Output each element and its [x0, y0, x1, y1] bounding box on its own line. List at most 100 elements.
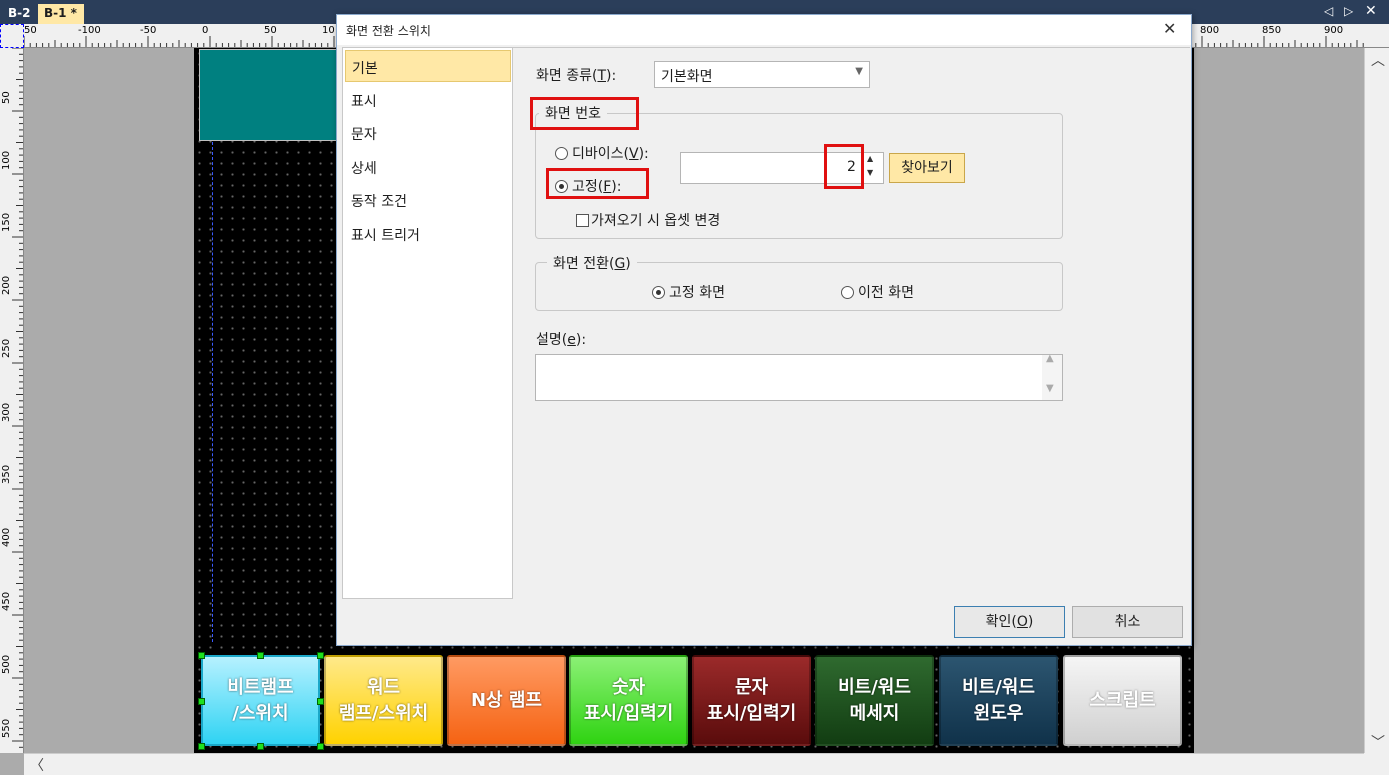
radio-circle-selected [652, 286, 665, 299]
palette-n-state-lamp[interactable]: N상 램프 [447, 655, 566, 746]
palette-label-line2: 윈도우 [973, 702, 1024, 724]
palette-label-line2: 램프/스위치 [338, 702, 429, 724]
ruler-label: 300 [1, 402, 12, 422]
ruler-label: 350 [1, 464, 12, 484]
ruler-label: 800 [1200, 25, 1220, 36]
nav-item-text[interactable]: 문자 [345, 117, 511, 149]
selection-handle[interactable] [317, 652, 324, 659]
close-icon[interactable]: ✕ [1163, 19, 1176, 38]
chevron-right-icon[interactable]: ▷ [1344, 4, 1353, 18]
scroll-down-icon[interactable]: ﹀ [1371, 732, 1385, 752]
selection-handle[interactable] [198, 698, 205, 705]
screen-switch-group-label: 화면 전환(G) [547, 253, 637, 273]
offset-change-checkbox[interactable]: 가져오기 시 옵셋 변경 [576, 210, 720, 230]
guide-line [212, 142, 213, 642]
palette-bit-lamp-switch[interactable]: 비트램프 /스위치 [201, 655, 320, 746]
selection-handle[interactable] [317, 698, 324, 705]
nav-item-detail[interactable]: 상세 [345, 151, 511, 183]
ruler-label: 150 [1, 212, 12, 232]
fixed-screen-radio[interactable]: 고정 화면 [652, 282, 725, 302]
palette-label-line2: 메세지 [849, 702, 900, 724]
settings-nav: 기본 표시 문자 상세 동작 조건 표시 트리거 [342, 47, 513, 599]
ruler-label: 450 [1, 591, 12, 611]
palette-label-line1: 비트/워드 [838, 676, 911, 698]
horizontal-scrollbar[interactable]: 〈 [24, 753, 1364, 775]
screen-number-stepper[interactable]: 2 ▲ ▼ [826, 152, 884, 184]
palette-label-line1: 비트램프 [227, 676, 294, 698]
scrollbar-corner [1364, 753, 1389, 775]
palette-bit-word-message[interactable]: 비트/워드 메세지 [815, 655, 934, 746]
palette-label-line1: 비트/워드 [962, 676, 1035, 698]
ruler-label: 500 [1, 654, 12, 674]
device-radio[interactable]: 디바이스(V): [555, 143, 649, 163]
ruler-label: 200 [1, 275, 12, 295]
ruler-label: -50 [140, 25, 157, 36]
nav-item-operation-condition[interactable]: 동작 조건 [345, 184, 511, 216]
dialog-title: 화면 전환 스위치 [346, 24, 431, 38]
palette-word-lamp-switch[interactable]: 워드 램프/스위치 [324, 655, 443, 746]
palette-label-line1: 문자 [734, 676, 769, 698]
radio-circle-selected [555, 180, 568, 193]
previous-screen-radio[interactable]: 이전 화면 [841, 282, 914, 302]
ruler-label: 50 [24, 25, 37, 36]
scroll-left-icon[interactable]: 〈 [30, 755, 44, 775]
palette-label-line1: 숫자 [611, 676, 646, 698]
nav-item-display-trigger[interactable]: 표시 트리거 [345, 218, 511, 250]
scroll-up-icon[interactable]: ︿ [1371, 50, 1385, 70]
ruler-label: 400 [1, 527, 12, 547]
selection-handle[interactable] [198, 652, 205, 659]
nav-item-display[interactable]: 표시 [345, 84, 511, 116]
browse-button[interactable]: 찾아보기 [889, 153, 965, 183]
ruler-label: 550 [1, 718, 12, 738]
screen-switch-dialog: 화면 전환 스위치 ✕ 기본 표시 문자 상세 동작 조건 표시 트리거 화면 … [336, 14, 1192, 646]
selection-handle[interactable] [257, 743, 264, 750]
fixed-radio[interactable]: 고정(F): [555, 176, 621, 196]
vertical-ruler: 50 100 150 200 250 300 350 400 450 500 5… [0, 48, 24, 753]
palette-label-line1: N상 램프 [470, 689, 542, 711]
cancel-button[interactable]: 취소 [1072, 606, 1183, 638]
palette-label-line1: 워드 [366, 676, 401, 698]
description-label: 설명(e): [536, 332, 587, 348]
palette-numeric-display-input[interactable]: 숫자 표시/입력기 [569, 655, 688, 746]
nav-item-basic[interactable]: 기본 [345, 50, 511, 82]
palette-label-line2: 표시/입력기 [583, 702, 674, 724]
palette-script[interactable]: 스크립트 [1063, 655, 1182, 746]
description-scrollbar[interactable]: ▲ ▼ [1042, 353, 1062, 400]
ruler-label: 900 [1324, 25, 1344, 36]
screen-number-group-label: 화면 번호 [539, 103, 607, 123]
palette-bit-word-window[interactable]: 비트/워드 윈도우 [939, 655, 1058, 746]
teal-object[interactable] [199, 49, 344, 141]
ok-button[interactable]: 확인(O) [954, 606, 1065, 638]
tab-b2[interactable]: B-2 [2, 4, 36, 24]
vertical-scrollbar[interactable]: ︿ ﹀ [1364, 48, 1389, 753]
palette-text-display-input[interactable]: 문자 표시/입력기 [692, 655, 811, 746]
radio-circle [555, 147, 568, 160]
screen-type-select[interactable]: 기본화면 ▼ [654, 61, 870, 88]
chevron-down-icon: ▼ [855, 66, 863, 77]
palette-label-line1: 스크립트 [1089, 689, 1156, 711]
ruler-label: 50 [264, 25, 277, 36]
selection-handle[interactable] [317, 743, 324, 750]
ruler-label: 10 [322, 25, 335, 36]
spin-down-icon[interactable]: ▼ [867, 168, 873, 177]
palette-label-line2: 표시/입력기 [706, 702, 797, 724]
ruler-label: 250 [1, 338, 12, 358]
device-input[interactable] [680, 152, 826, 184]
ruler-label: 0 [202, 25, 209, 36]
ruler-label: -100 [78, 25, 101, 36]
description-textarea[interactable]: ▲ ▼ [535, 353, 1063, 401]
spin-up-icon[interactable]: ▲ [867, 154, 873, 163]
dialog-title-bar[interactable]: 화면 전환 스위치 ✕ [337, 15, 1191, 45]
selection-handle[interactable] [198, 743, 205, 750]
screen-type-label: 화면 종류(T): [536, 68, 617, 84]
selection-handle[interactable] [257, 652, 264, 659]
scroll-up-icon[interactable]: ▲ [1046, 353, 1054, 364]
tab-b1[interactable]: B-1 * [38, 4, 84, 24]
scroll-down-icon[interactable]: ▼ [1046, 383, 1054, 394]
chevron-left-icon[interactable]: ◁ [1324, 4, 1333, 18]
screen-number-value: 2 [847, 159, 856, 175]
close-icon[interactable]: ✕ [1365, 3, 1377, 19]
ruler-label: 50 [1, 91, 12, 104]
palette-label-line2: /스위치 [232, 702, 289, 724]
ruler-corner [0, 24, 24, 48]
